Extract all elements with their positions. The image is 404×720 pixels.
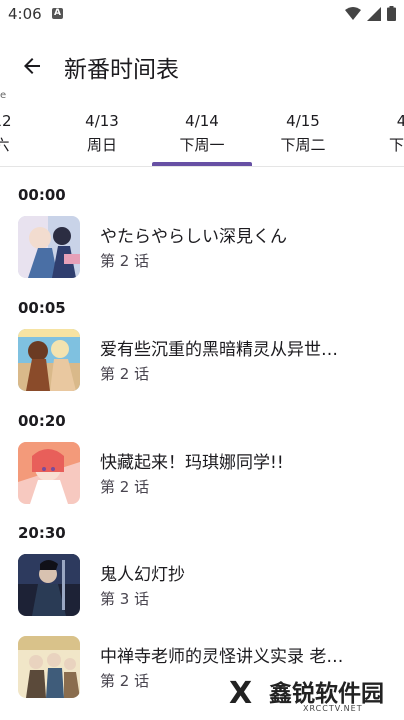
time-header: 00:20 [18, 412, 66, 430]
arrow-back-icon [24, 58, 40, 74]
cellular-signal-icon [367, 6, 381, 21]
cover-thumbnail [18, 329, 80, 391]
cover-thumbnail [18, 216, 80, 278]
schedule-list[interactable]: 00:00 やたらやらしい深見くん 第 2 话 00:05 爱有些沉重的黑暗精灵… [0, 166, 404, 720]
episode-label: 第 2 话 [100, 252, 150, 270]
battery-icon [387, 6, 396, 21]
time-header: 00:05 [18, 299, 66, 317]
status-icons [345, 6, 396, 21]
watermark-url: XRCCTV.NET [303, 704, 363, 713]
tab-date: 4/13 [85, 112, 119, 130]
watermark-mark: X [229, 676, 253, 711]
cover-thumbnail [18, 554, 80, 616]
wifi-icon [345, 6, 361, 20]
tab-date: 4/14 [185, 112, 219, 130]
anime-title: 爱有些沉重的黑暗精灵从异世… [100, 340, 338, 360]
time-header: 00:00 [18, 186, 66, 204]
back-button[interactable] [16, 50, 48, 82]
watermark-name: 鑫锐软件园 [269, 681, 384, 707]
tab-day-2-selected[interactable]: 4/14 下周一 [152, 110, 252, 164]
tab-day-1[interactable]: 4/13 周日 [52, 110, 152, 164]
tab-date: 12 [0, 112, 12, 130]
app-bar: e 新番时间表 [0, 30, 404, 101]
episode-label: 第 2 话 [100, 478, 150, 496]
anime-title: やたらやらしい深見くん [100, 227, 287, 247]
anime-title: 中禅寺老师的灵怪讲义实录 老… [100, 647, 344, 667]
page-title: 新番时间表 [64, 57, 179, 83]
tab-weekday: 六 [0, 136, 10, 154]
list-item[interactable]: 爱有些沉重的黑暗精灵从异世… 第 2 话 [0, 325, 404, 397]
anime-title: 鬼人幻灯抄 [100, 565, 185, 585]
tab-day-4[interactable]: 4/ 下周 [354, 110, 404, 164]
time-header: 20:30 [18, 524, 66, 542]
cover-thumbnail [18, 636, 80, 698]
notification-a-icon: A [52, 8, 63, 19]
tab-day-3[interactable]: 4/15 下周二 [253, 110, 353, 164]
episode-label: 第 2 话 [100, 672, 150, 690]
tab-weekday: 下周一 [179, 136, 225, 154]
tab-date: 4/ [396, 112, 404, 130]
anime-title: 快藏起来！玛琪娜同学!! [100, 453, 284, 473]
episode-label: 第 3 话 [100, 590, 150, 608]
cover-thumbnail [18, 442, 80, 504]
tab-weekday: 周日 [86, 136, 117, 154]
episode-label: 第 2 话 [100, 365, 150, 383]
watermark-logo: X 鑫锐软件园 XRCCTV.NET [225, 672, 395, 716]
tab-day-0[interactable]: 12 六 [0, 110, 52, 164]
status-time: 4:06 [8, 5, 42, 23]
tab-weekday: 下周二 [280, 136, 326, 154]
list-item[interactable]: やたらやらしい深見くん 第 2 话 [0, 212, 404, 284]
list-item[interactable]: 快藏起来！玛琪娜同学!! 第 2 话 [0, 438, 404, 510]
tab-date: 4/15 [286, 112, 320, 130]
list-item[interactable]: 鬼人幻灯抄 第 3 话 [0, 550, 404, 622]
status-bar: 4:06 A [0, 0, 404, 30]
tab-weekday: 下周 [388, 136, 404, 154]
date-tabs: 12 六 4/13 周日 4/14 下周一 4/15 下周二 4/ 下周 [0, 100, 404, 167]
